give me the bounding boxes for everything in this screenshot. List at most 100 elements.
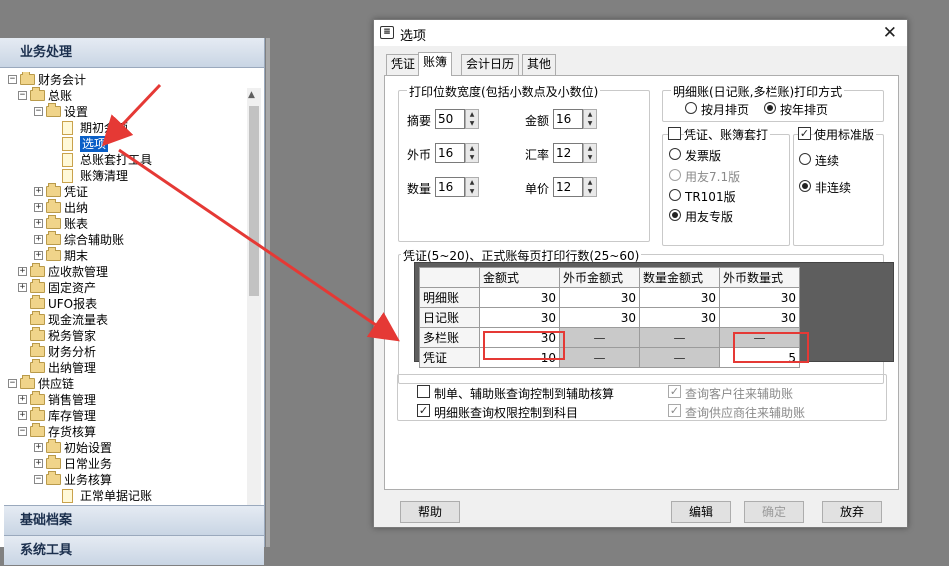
grid-cell-disabled: — [559,347,640,368]
scroll-up-icon[interactable]: ▲ [248,90,255,100]
grid-cell[interactable]: 30 [479,307,560,328]
expand-icon[interactable]: + [18,395,27,404]
expand-icon[interactable]: + [34,203,43,212]
grid-cell[interactable]: 30 [719,307,800,328]
standard-version-label[interactable]: 使用标准版 [814,126,877,143]
spin-up-icon[interactable]: ▲ [584,144,596,153]
yonyou-special-radio[interactable] [669,209,681,221]
folder-icon [30,263,45,277]
spin-down-icon[interactable]: ▼ [584,187,596,196]
nav-header[interactable]: 业务处理 [0,38,264,68]
ctrl-aux-label[interactable]: 制单、辅助账查询控制到辅助核算 [434,385,614,402]
price-width-value[interactable]: 12 [553,177,583,197]
expand-icon[interactable]: + [34,235,43,244]
continuous-radio[interactable] [799,153,811,165]
spin-down-icon[interactable]: ▼ [466,119,478,128]
spin-down-icon[interactable]: ▼ [466,153,478,162]
help-button[interactable]: 帮助 [400,501,460,523]
row-header: 明细账 [419,287,480,308]
ctrl-aux-checkbox[interactable] [417,385,430,398]
spin-up-icon[interactable]: ▲ [466,144,478,153]
collapse-icon[interactable]: − [8,75,17,84]
panel-splitter[interactable] [266,38,270,547]
tr101-radio[interactable] [669,189,681,201]
invoice-version-radio[interactable] [669,148,681,160]
grid-cell[interactable]: 30 [479,287,560,308]
collapse-icon[interactable]: − [34,475,43,484]
nav-section-basic-files[interactable]: 基础档案 [4,505,264,535]
row-header: 日记账 [419,307,480,328]
standard-version-checkbox[interactable]: ✓ [798,127,811,140]
edit-button[interactable]: 编辑 [671,501,731,523]
ctrl-detail-label[interactable]: 明细账查询权限控制到科目 [434,404,578,421]
summary-width-value[interactable]: 50 [435,109,465,129]
tab-calendar[interactable]: 会计日历 [461,54,520,75]
grid-cell[interactable]: 30 [479,327,560,348]
expand-icon[interactable]: + [34,443,43,452]
qty-width-spinner[interactable]: 16 ▲ ▼ [435,177,479,197]
tab-voucher[interactable]: 凭证 [386,54,421,75]
non-continuous-radio[interactable] [799,180,811,192]
tree-item-label: 综合辅助账 [64,233,125,247]
amount-width-spinner[interactable]: 16 ▲ ▼ [553,109,597,129]
voucher-print-label[interactable]: 凭证、账簿套打 [684,126,771,143]
tree-item-label: 财务分析 [48,345,97,359]
spin-down-icon[interactable]: ▼ [584,119,596,128]
folder-icon [30,391,45,405]
expand-icon[interactable]: + [34,219,43,228]
tr101-label[interactable]: TR101版 [685,188,736,205]
voucher-print-checkbox[interactable] [668,127,681,140]
by-year-radio[interactable] [764,102,776,114]
scroll-thumb[interactable] [249,106,259,296]
grid-cell[interactable]: 30 [559,307,640,328]
expand-icon[interactable]: + [34,187,43,196]
spin-up-icon[interactable]: ▲ [466,110,478,119]
print-width-title: 打印位数宽度(包括小数点及小数位) [407,83,601,100]
dialog-titlebar[interactable]: ≡ 选项 ✕ [374,20,907,46]
by-month-radio[interactable] [685,102,697,114]
spin-up-icon[interactable]: ▲ [584,110,596,119]
collapse-icon[interactable]: − [8,379,17,388]
voucher-amount-cell[interactable]: 10 [479,347,560,368]
collapse-icon[interactable]: − [18,427,27,436]
summary-width-spinner[interactable]: 50 ▲ ▼ [435,109,479,129]
voucher-fx-qty-cell[interactable]: 5 [719,347,800,368]
collapse-icon[interactable]: − [34,107,43,116]
cancel-button[interactable]: 放弃 [822,501,882,523]
nav-section-system-tools[interactable]: 系统工具 [4,535,264,565]
query-supplier-label: 查询供应商往来辅助账 [685,406,806,420]
spin-up-icon[interactable]: ▲ [584,178,596,187]
expand-icon[interactable]: + [34,251,43,260]
collapse-icon[interactable]: − [18,91,27,100]
expand-icon[interactable]: + [18,411,27,420]
rate-width-spinner[interactable]: 12 ▲ ▼ [553,143,597,163]
by-year-label[interactable]: 按年排页 [780,101,828,118]
grid-cell[interactable]: 30 [639,287,720,308]
grid-cell[interactable]: 30 [639,307,720,328]
spin-down-icon[interactable]: ▼ [584,153,596,162]
close-icon[interactable]: ✕ [883,23,897,43]
row-header: 多栏账 [419,327,480,348]
tree-scrollbar[interactable]: ▲ ▼ [247,88,261,543]
tab-ledger[interactable]: 账簿 [418,52,453,76]
expand-icon[interactable]: + [18,267,27,276]
grid-cell[interactable]: 30 [559,287,640,308]
tab-other[interactable]: 其他 [522,54,557,75]
by-month-label[interactable]: 按月排页 [701,101,749,118]
spin-down-icon[interactable]: ▼ [466,187,478,196]
expand-icon[interactable]: + [34,459,43,468]
fx-width-value[interactable]: 16 [435,143,465,163]
fx-width-spinner[interactable]: 16 ▲ ▼ [435,143,479,163]
invoice-version-label[interactable]: 发票版 [685,147,721,164]
grid-cell[interactable]: 30 [719,287,800,308]
spin-up-icon[interactable]: ▲ [466,178,478,187]
price-width-spinner[interactable]: 12 ▲ ▼ [553,177,597,197]
non-continuous-label[interactable]: 非连续 [815,179,851,196]
continuous-label[interactable]: 连续 [815,152,839,169]
rate-width-value[interactable]: 12 [553,143,583,163]
qty-width-value[interactable]: 16 [435,177,465,197]
amount-width-value[interactable]: 16 [553,109,583,129]
yonyou-special-label[interactable]: 用友专版 [685,208,733,225]
expand-icon[interactable]: + [18,283,27,292]
ctrl-detail-checkbox[interactable]: ✓ [417,404,430,417]
